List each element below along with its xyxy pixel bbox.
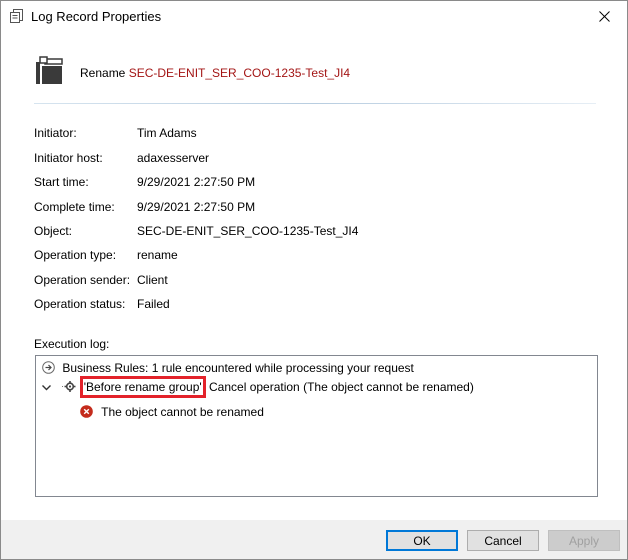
initiator-host-label: Initiator host: — [34, 151, 103, 165]
rule-name-highlight: 'Before rename group' — [79, 376, 206, 398]
ok-button[interactable]: OK — [386, 530, 458, 551]
initiator-label: Initiator: — [34, 126, 77, 140]
error-icon — [80, 405, 93, 421]
operation-status-value: Failed — [137, 297, 170, 311]
log-entry-rule[interactable]: 'Before rename group' Cancel operation (… — [42, 376, 474, 398]
properties-window-icon — [10, 9, 24, 23]
header-divider — [34, 103, 596, 104]
chevron-down-icon[interactable] — [42, 380, 51, 394]
log-record-icon — [35, 56, 65, 86]
log-entry-business-rules[interactable]: Business Rules: 1 rule encountered while… — [42, 361, 414, 377]
object-label: Object: — [34, 224, 73, 238]
cancel-button[interactable]: Cancel — [467, 530, 539, 551]
gear-icon — [62, 380, 76, 396]
arrow-right-circle-icon — [42, 361, 55, 377]
log-entry-text: The object cannot be renamed — [101, 405, 264, 419]
execution-log-panel[interactable]: Business Rules: 1 rule encountered while… — [35, 355, 598, 497]
window-title: Log Record Properties — [31, 9, 162, 24]
apply-button[interactable]: Apply — [548, 530, 620, 551]
operation-action: Rename — [80, 66, 126, 80]
operation-sender-value: Client — [137, 273, 168, 287]
operation-type-value: rename — [137, 248, 178, 262]
operation-type-label: Operation type: — [34, 248, 117, 262]
operation-status-label: Operation status: — [34, 297, 126, 311]
operation-sender-label: Operation sender: — [34, 273, 131, 287]
initiator-host-value: adaxesserver — [137, 151, 210, 165]
start-time-label: Start time: — [34, 175, 89, 189]
operation-object-name: SEC-DE-ENIT_SER_COO-1235-Test_JI4 — [128, 66, 351, 80]
operation-summary: Rename SEC-DE-ENIT_SER_COO-1235-Test_JI4 — [80, 66, 350, 80]
complete-time-label: Complete time: — [34, 200, 115, 214]
close-icon — [598, 11, 610, 22]
log-entry-text: Business Rules: 1 rule encountered while… — [62, 361, 414, 375]
title-bar: Log Record Properties — [1, 1, 627, 32]
dialog-footer: OK Cancel Apply — [1, 520, 627, 559]
close-button[interactable] — [581, 1, 627, 32]
log-entry-error[interactable]: The object cannot be renamed — [80, 405, 264, 421]
execution-log-label: Execution log: — [34, 337, 110, 351]
complete-time-value: 9/29/2021 2:27:50 PM — [137, 200, 256, 214]
initiator-value: Tim Adams — [137, 126, 197, 140]
log-entry-text: Cancel operation (The object cannot be r… — [205, 380, 474, 394]
start-time-value: 9/29/2021 2:27:50 PM — [137, 175, 256, 189]
object-value: SEC-DE-ENIT_SER_COO-1235-Test_JI4 — [137, 224, 359, 238]
log-record-properties-window: Log Record Properties Rename SEC-DE-ENIT… — [0, 0, 628, 560]
